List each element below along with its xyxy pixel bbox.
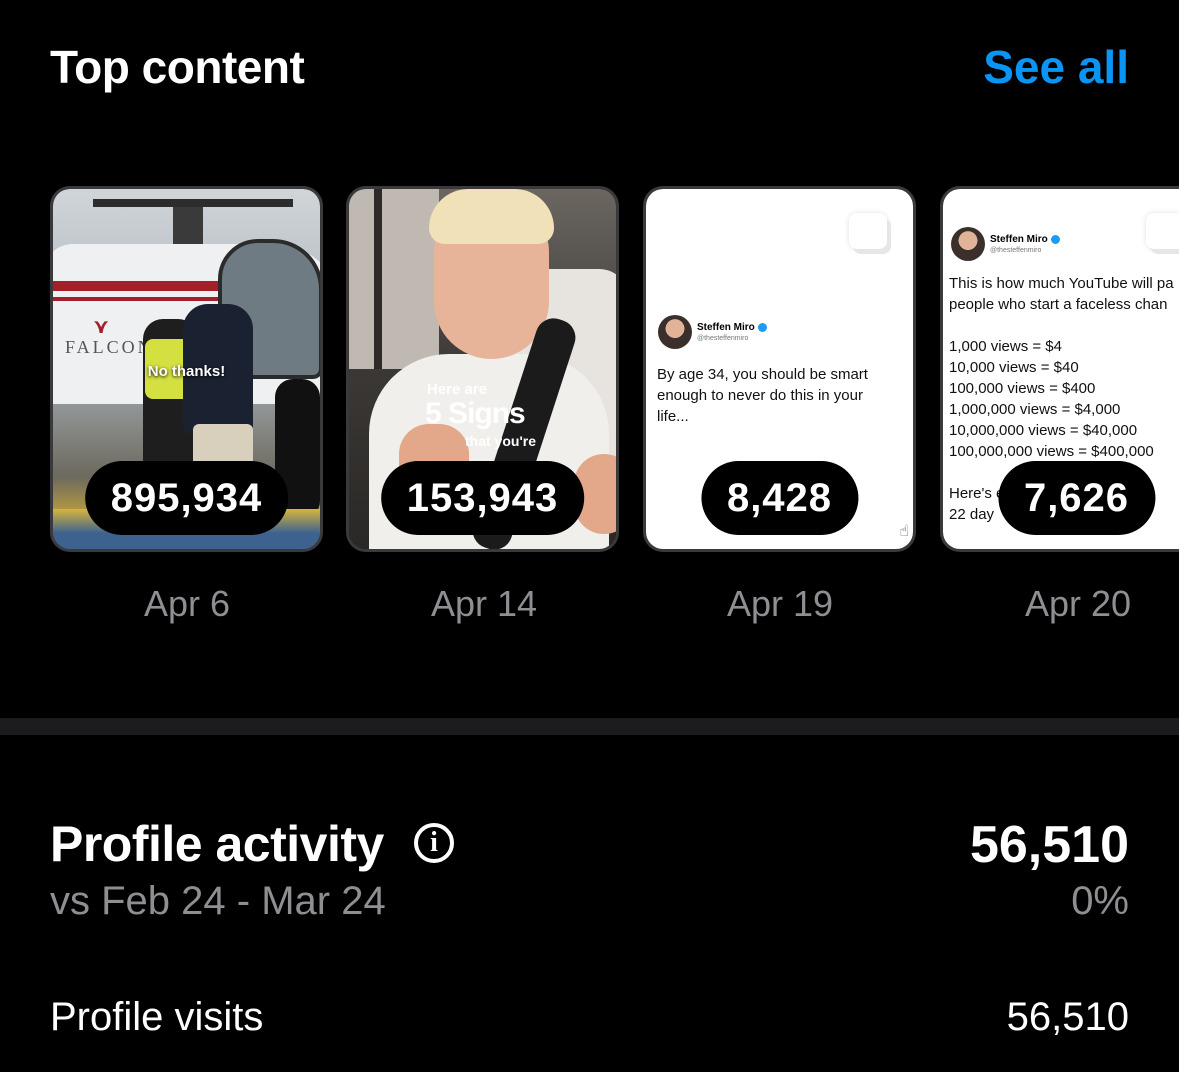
profile-visits-row[interactable]: Profile visits 56,510: [50, 995, 1129, 1055]
comparison-period: vs Feb 24 - Mar 24: [50, 879, 386, 923]
views-count-badge: 895,934: [84, 461, 289, 535]
profile-visits-label: Profile visits: [50, 995, 264, 1039]
see-all-link[interactable]: See all: [983, 40, 1129, 94]
profile-visits-value: 56,510: [1006, 995, 1129, 1039]
verified-badge-icon: [1050, 235, 1060, 244]
profile-activity-row[interactable]: Profile activity i vs Feb 24 - Mar 24 56…: [50, 815, 1129, 935]
tweet-header: Steffen Miro @thesteffenmiro: [658, 315, 767, 349]
top-content-header: Top content See all: [50, 38, 1129, 98]
content-date: Apr 6: [143, 583, 231, 624]
profile-activity-title: Profile activity: [50, 816, 384, 872]
views-count-badge: 8,428: [700, 461, 859, 535]
tweet-handle: @thesteffenmiro: [697, 334, 749, 342]
verified-badge-icon: [757, 323, 767, 332]
content-card[interactable]: Steffen Miro @thesteffenmiro By age 34, …: [643, 186, 916, 552]
tweet-handle: @thesteffenmiro: [990, 246, 1042, 254]
thumbnail-logo-text: FALCON: [65, 337, 154, 357]
profile-activity-change: 0%: [1071, 879, 1129, 923]
tweet-header: Steffen Miro @thesteffenmiro: [951, 227, 1060, 261]
content-date: Apr 14: [430, 583, 538, 624]
content-date: Apr 20: [1024, 583, 1132, 624]
info-icon[interactable]: i: [414, 823, 454, 863]
thumbnail-caption: 5 Signs: [425, 397, 526, 430]
falcon-logo-icon: ⋎: [93, 316, 110, 338]
views-count-badge: 153,943: [380, 461, 585, 535]
thumbnail-caption: Here are: [427, 381, 488, 398]
tweet-author: Steffen Miro: [697, 321, 755, 333]
thumbnail-caption: that you're: [465, 433, 537, 449]
content-card[interactable]: Here are 5 Signs that you're 153,943: [346, 186, 619, 552]
views-count-badge: 7,626: [997, 461, 1156, 535]
content-date: Apr 19: [726, 583, 834, 624]
tweet-author: Steffen Miro: [990, 233, 1048, 245]
top-content-carousel[interactable]: ⋎ FALCON No thanks! 895,934 Apr 6 Here a…: [0, 186, 1179, 636]
carousel-icon: [849, 213, 887, 249]
thumbnail-caption: No thanks!: [147, 363, 226, 380]
tweet-text: By age 34, you should be smart enough to…: [657, 366, 868, 425]
avatar: [658, 315, 692, 349]
content-card[interactable]: ⋎ FALCON No thanks! 895,934: [50, 186, 323, 552]
hand-cursor-icon: ☝: [899, 523, 909, 540]
top-content-title: Top content: [50, 41, 305, 93]
avatar: [951, 227, 985, 261]
section-divider: [0, 718, 1179, 735]
content-card[interactable]: Steffen Miro @thesteffenmiro This is how…: [940, 186, 1179, 552]
carousel-icon: [1146, 213, 1179, 249]
profile-activity-value: 56,510: [969, 816, 1129, 874]
insights-page: Top content See all ⋎ FALCON No thanks!: [0, 0, 1179, 1072]
